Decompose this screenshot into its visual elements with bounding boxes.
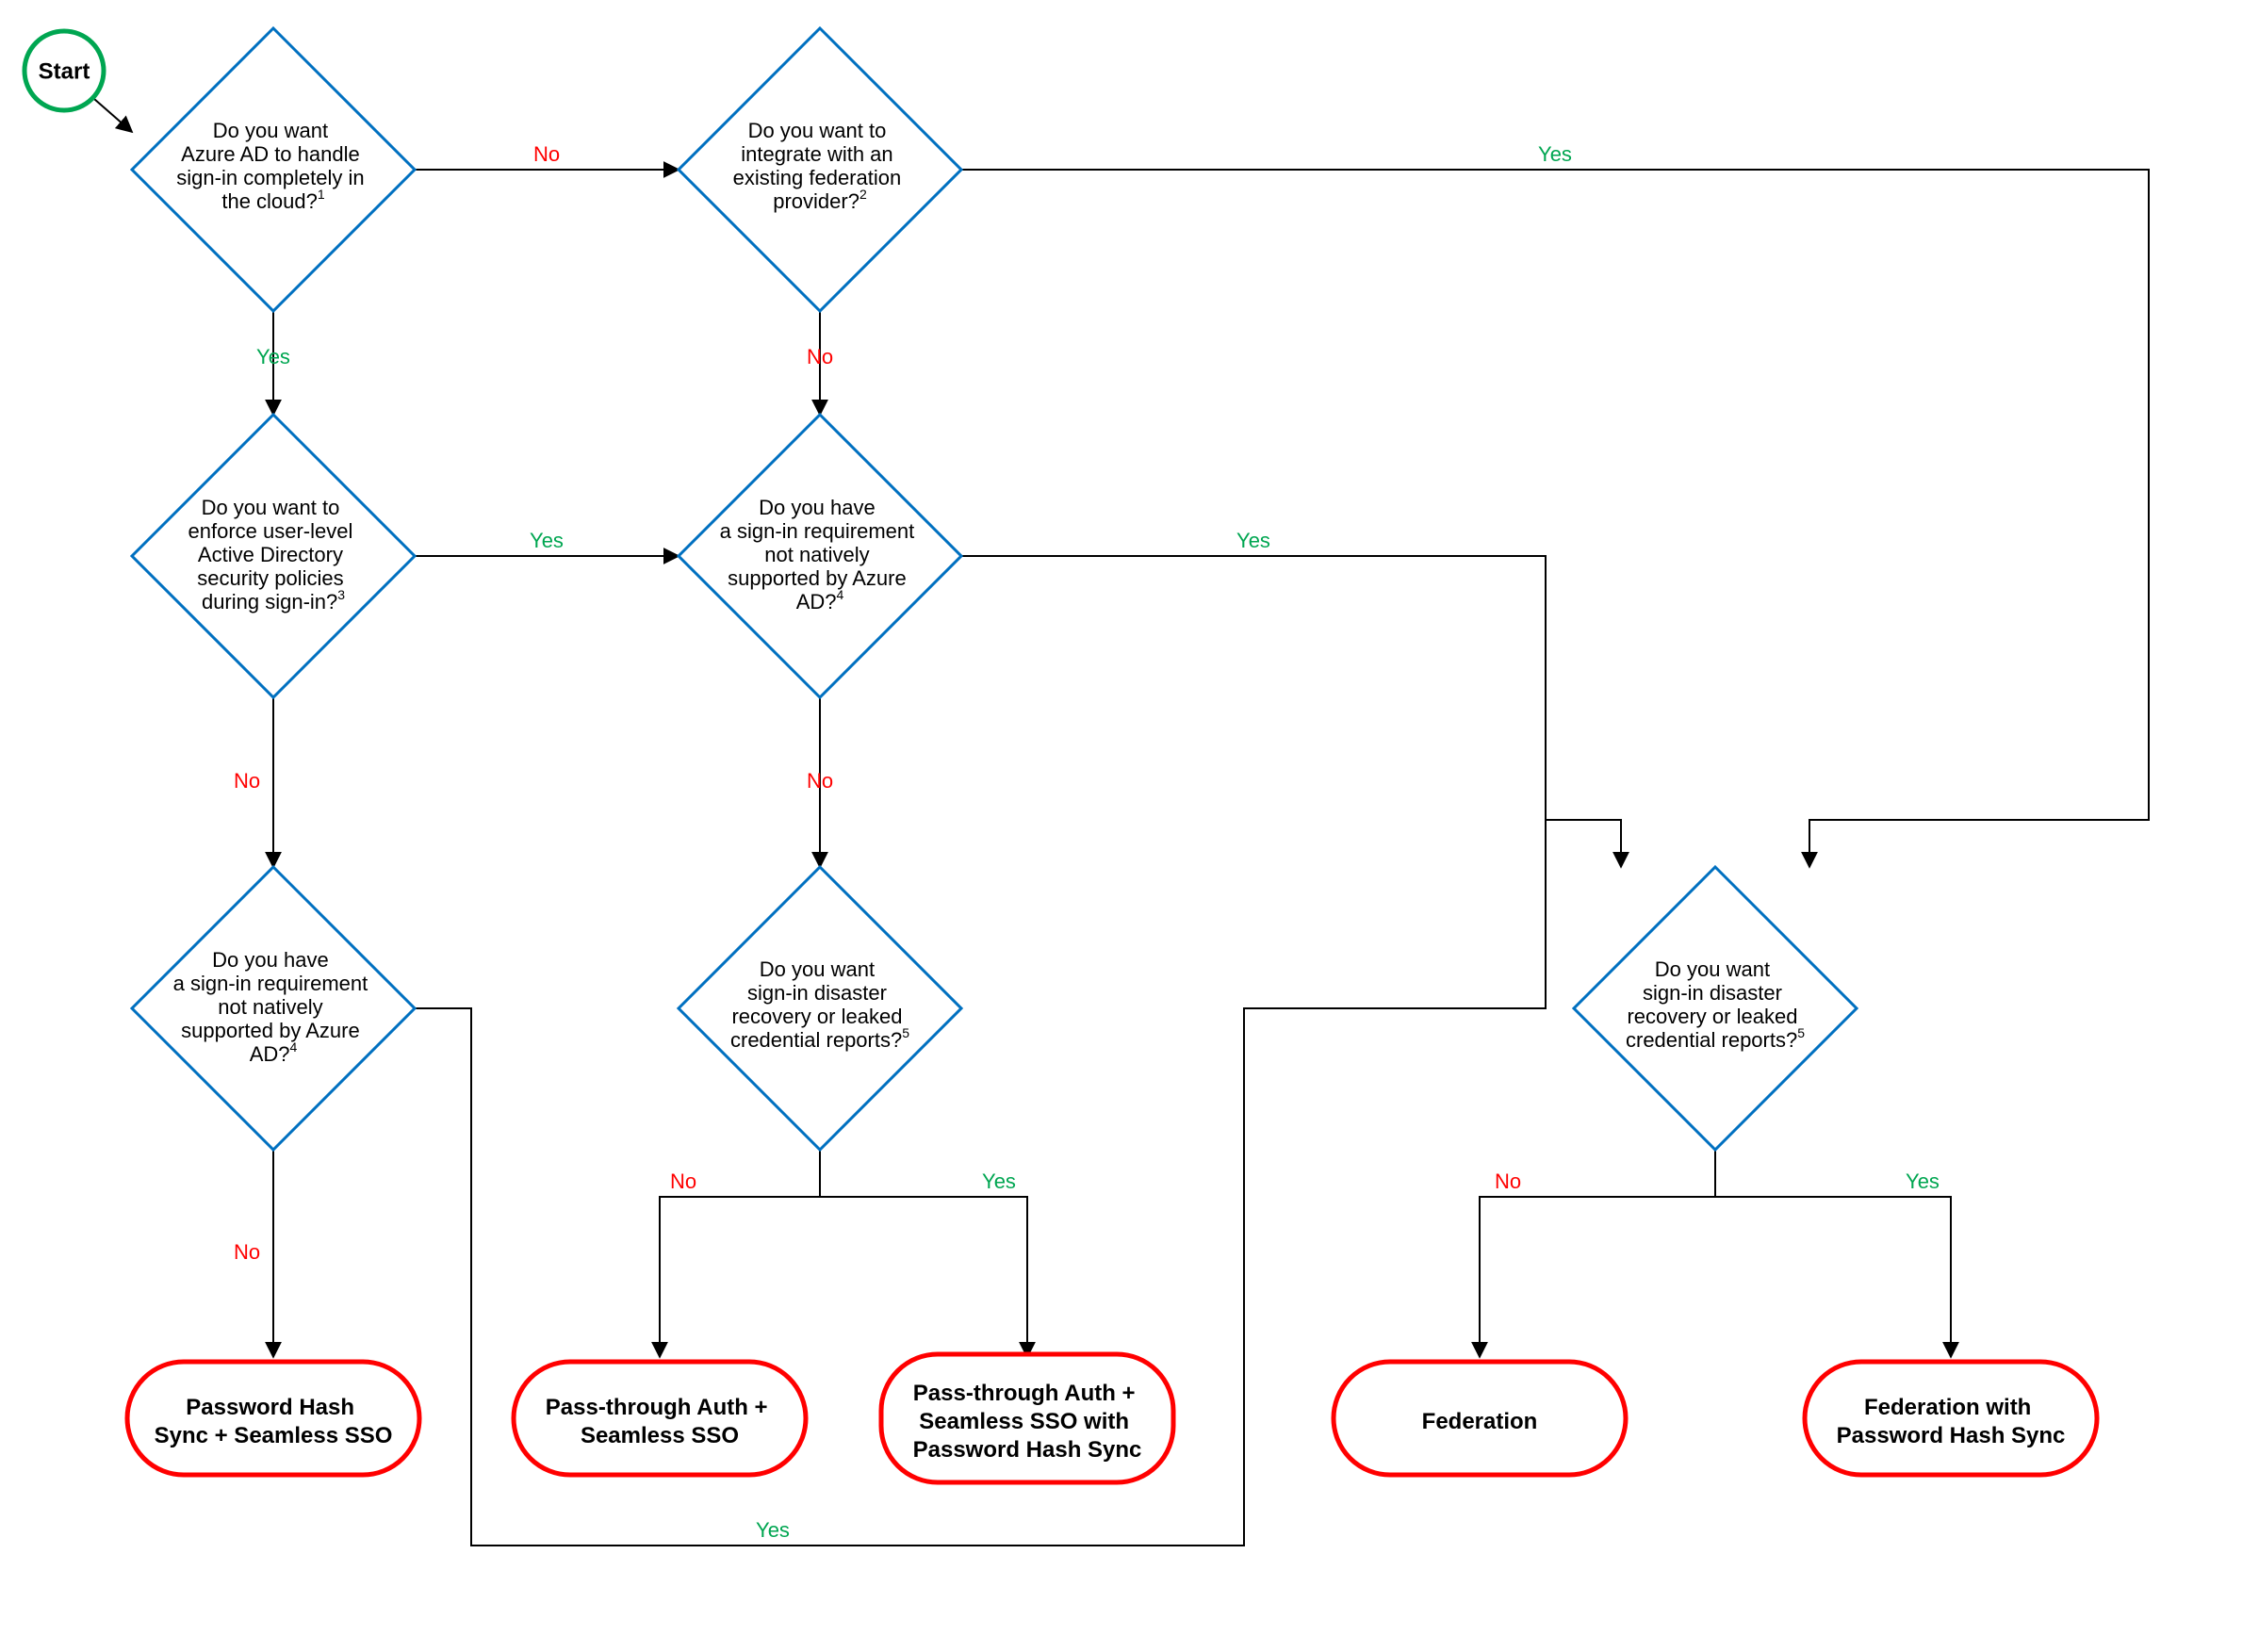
decision-d2: Do you want to integrate with an existin…	[679, 28, 961, 311]
decision-d4: Do you have a sign-in requirement not na…	[679, 415, 961, 697]
terminator-t2: Pass-through Auth + Seamless SSO	[514, 1362, 806, 1475]
label-d6-no: No	[670, 1169, 696, 1193]
label-d1-no: No	[533, 142, 560, 166]
label-d5-yes: Yes	[756, 1518, 790, 1542]
edge-d7-yes	[1715, 1197, 1951, 1357]
decision-d1: Do you want Azure AD to handle sign-in c…	[132, 28, 415, 311]
edge-d2-yes	[961, 170, 2149, 867]
edge-start-d1	[94, 99, 132, 132]
terminator-t4: Federation	[1334, 1362, 1626, 1475]
decision-d6: Do you want sign-in disaster recovery or…	[679, 867, 961, 1150]
terminator-t3: Pass-through Auth + Seamless SSO with Pa…	[881, 1354, 1173, 1482]
edge-d7-no	[1480, 1197, 1715, 1357]
terminator-t5: Federation with Password Hash Sync	[1805, 1362, 2097, 1475]
d3-text: Do you want to enforce user-level Active…	[188, 496, 359, 613]
decision-d5: Do you have a sign-in requirement not na…	[132, 867, 415, 1150]
label-d2-yes: Yes	[1538, 142, 1572, 166]
t3-text: Pass-through Auth + Seamless SSO with Pa…	[913, 1381, 1142, 1463]
label-d5-no: No	[234, 1240, 260, 1264]
start-label: Start	[39, 58, 90, 84]
edge-d6-yes	[820, 1197, 1027, 1357]
decision-d3: Do you want to enforce user-level Active…	[132, 415, 415, 697]
start-node: Start	[25, 31, 104, 110]
label-d7-yes: Yes	[1906, 1169, 1940, 1193]
label-d4-no: No	[807, 769, 833, 793]
decision-d7: Do you want sign-in disaster recovery or…	[1574, 867, 1857, 1150]
label-d2-no: No	[807, 345, 833, 368]
label-d4-yes: Yes	[1236, 529, 1270, 552]
label-d7-no: No	[1495, 1169, 1521, 1193]
label-d6-yes: Yes	[982, 1169, 1016, 1193]
edge-d4-yes	[961, 556, 1621, 867]
edge-d6-no	[660, 1197, 820, 1357]
terminator-t1: Password Hash Sync + Seamless SSO	[127, 1362, 419, 1475]
t4-text: Federation	[1422, 1409, 1538, 1434]
label-d3-yes: Yes	[530, 529, 564, 552]
label-d3-no: No	[234, 769, 260, 793]
flowchart-canvas: Yes No No Yes No Yes No Yes No Yes No Ye…	[0, 0, 2259, 1652]
label-d1-yes: Yes	[256, 345, 290, 368]
